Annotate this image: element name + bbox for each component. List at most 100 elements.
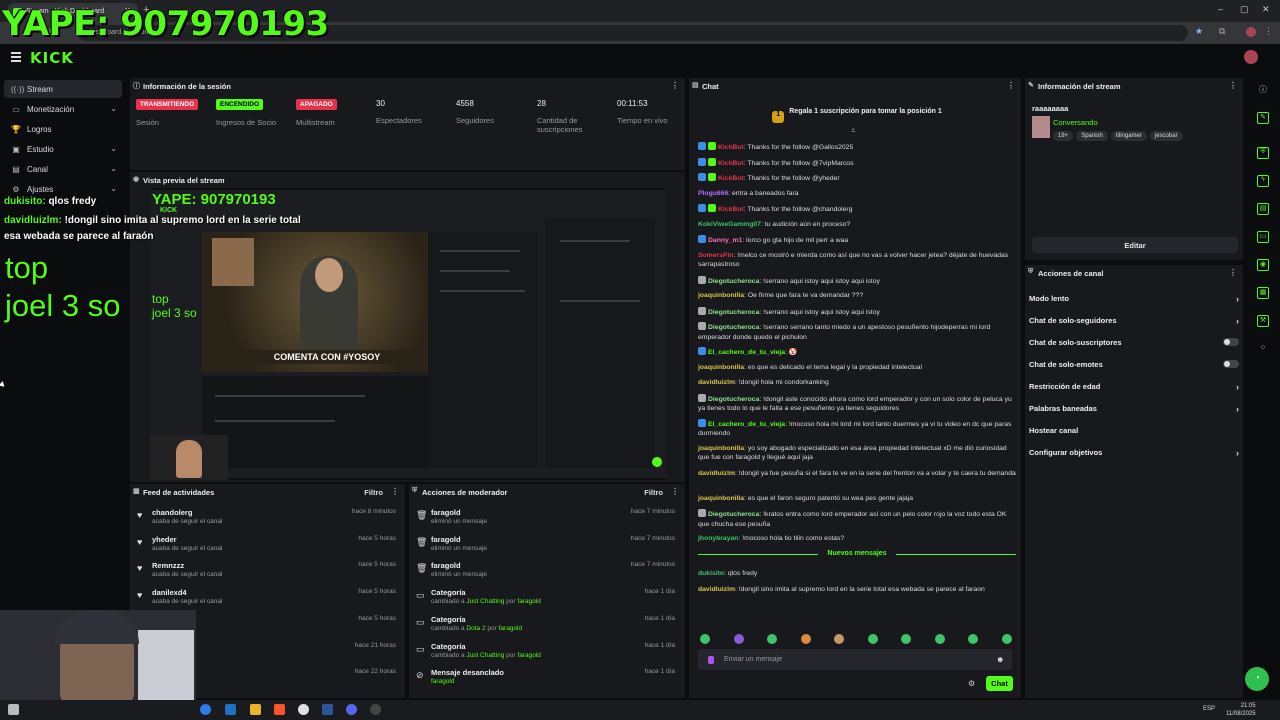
more-options-icon[interactable]: ⋮	[671, 81, 679, 90]
feed-user[interactable]: Remnzzz	[152, 561, 184, 570]
obs-icon[interactable]	[370, 704, 381, 715]
chat-message[interactable]: davidluizlm: !dongil ya fue pesuña si el…	[698, 469, 1016, 479]
mod-action-row[interactable]: 🗑 faragold eliminó un mensaje hace 7 minuto…	[409, 506, 679, 533]
chat-message[interactable]: SomersPin: !melco ce mostró e mierda com…	[698, 251, 1016, 270]
chat-message[interactable]: Diegotucheroca: !serrano aqui istoy aqui…	[698, 306, 1016, 318]
edit-stream-button[interactable]: Editar	[1032, 237, 1238, 253]
hamburger-menu-icon[interactable]	[11, 52, 21, 62]
layout-icon[interactable]: ▦	[1257, 287, 1269, 299]
chat-message[interactable]: KickBot: Thanks for the follow @chandole…	[698, 204, 1016, 215]
kick-emote-icon[interactable]	[708, 656, 714, 664]
apps-icon[interactable]: ⁘	[1257, 343, 1269, 355]
channel-action-row[interactable]: Restricción de edad ›	[1029, 382, 1239, 400]
chat-username[interactable]: dukisito	[698, 570, 724, 577]
chat-message[interactable]: joaquinbonilla: es que el faron seguro p…	[698, 494, 1016, 504]
chat-username[interactable]: Diegotucheroca	[708, 324, 759, 331]
document-icon[interactable]: ▤	[1257, 203, 1269, 215]
chat-message[interactable]: joaquinbonilla: es que es delicado el te…	[698, 363, 1016, 373]
mod-action-by[interactable]: faragold	[431, 678, 455, 685]
feed-user[interactable]: chandolerg	[152, 508, 192, 517]
explorer-icon[interactable]	[250, 704, 261, 715]
extensions-icon[interactable]: ⧉	[1219, 26, 1225, 37]
feed-row[interactable]: ♥ chandolerg acaba de seguir el canal hace …	[130, 506, 400, 533]
chat-username[interactable]: Diegotucheroca	[708, 511, 759, 518]
mod-action-row[interactable]: ▭ Categoría cambiado a Dota 2 por faragold…	[409, 613, 679, 640]
send-chat-button[interactable]: Chat	[986, 676, 1013, 691]
sidebar-item-canal[interactable]: ▤ Canal ⌄	[4, 160, 122, 178]
channel-action-row[interactable]: Palabras baneadas ›	[1029, 404, 1239, 422]
sidebar-item-stream[interactable]: ((·)) Stream	[4, 80, 122, 98]
shield-icon[interactable]: ⛨	[1257, 147, 1269, 159]
chat-message[interactable]: Diegotucheroca: !serrano aqui istoy aqui…	[698, 275, 1016, 287]
channel-action-row[interactable]: Modo lento ›	[1029, 294, 1239, 312]
emote-icon[interactable]	[901, 634, 912, 644]
more-options-icon[interactable]: ⋮	[1007, 81, 1015, 90]
emote-icon[interactable]	[968, 634, 979, 644]
chat-message[interactable]: KickBot: Thanks for the follow @yheder	[698, 173, 1016, 184]
chat-message[interactable]: El_cachero_de_tu_vieja: !mocoso hola mi …	[698, 418, 1016, 439]
chat-message[interactable]: Diegotucheroca: !kratos entra como lord …	[698, 509, 1016, 529]
chat-username[interactable]: El_cachero_de_tu_vieja	[708, 421, 785, 428]
chat-username[interactable]: KickBot	[718, 175, 744, 182]
chat-fab-icon[interactable]: ◔	[1245, 667, 1269, 691]
mod-action-row[interactable]: 🗑 faragold eliminó un mensaje hace 7 minuto…	[409, 533, 679, 560]
emote-icon[interactable]	[700, 634, 710, 644]
word-icon[interactable]	[322, 704, 333, 715]
chat-message[interactable]: Danny_m1: lorco go gta hijo de mil perr …	[698, 235, 1016, 246]
mod-action-row[interactable]: 🗑 faragold eliminó un mensaje hace 7 minuto…	[409, 559, 679, 586]
discord-icon[interactable]	[346, 704, 357, 715]
chat-message[interactable]: Diegotucheroca: !serrano serrano tanto m…	[698, 322, 1016, 342]
chat-username[interactable]: Danny_m1	[708, 237, 742, 244]
wrench-icon[interactable]: ⚒	[1257, 315, 1269, 327]
chat-message[interactable]: joaquinbonilla: Oe firme que fara te va …	[698, 291, 1016, 301]
chat-message[interactable]: Plogu666: entra a baneados fara	[698, 189, 1016, 199]
chat-username[interactable]: KickBot	[718, 160, 744, 167]
toggle-switch[interactable]	[1223, 338, 1239, 346]
profile-avatar[interactable]	[1246, 27, 1256, 37]
feed-user[interactable]: danilexd4	[152, 588, 187, 597]
more-options-icon[interactable]: ⋮	[391, 487, 399, 496]
chat-username[interactable]: davidluizlm	[698, 586, 735, 593]
maximize-icon[interactable]: ▢	[1240, 4, 1249, 15]
toggle-switch[interactable]	[1223, 360, 1239, 368]
more-options-icon[interactable]: ⋮	[1229, 81, 1237, 90]
channel-action-row[interactable]: Chat de solo-emotes	[1029, 360, 1239, 378]
chrome-icon[interactable]	[298, 704, 309, 715]
mod-action-row[interactable]: ▭ Categoría cambiado a Just Chatting por f…	[409, 586, 679, 613]
broadcast-icon[interactable]: ◉	[1257, 259, 1269, 271]
chat-message-input[interactable]: Enviar un mensaje	[698, 649, 1012, 670]
chat-username[interactable]: El_cachero_de_tu_vieja	[708, 349, 785, 356]
chat-message[interactable]: Diegotucheroca: !dongil aste conocido ah…	[698, 393, 1016, 414]
chat-username[interactable]: davidluizlm	[698, 470, 735, 477]
chat-message[interactable]: El_cachero_de_tu_vieja: 🤡	[698, 347, 1016, 358]
more-options-icon[interactable]: ⋮	[671, 487, 679, 496]
chat-username[interactable]: KickBot	[718, 206, 744, 213]
emote-icon[interactable]	[800, 634, 811, 644]
chat-username[interactable]: davidluizlm	[698, 379, 735, 386]
bookmark-star-icon[interactable]: ★	[1195, 26, 1203, 37]
chat-message[interactable]: jhonybrayan: !mocoso hola tio tilin como…	[698, 534, 1016, 544]
clock[interactable]: 21:05 11/08/2025	[1226, 702, 1256, 718]
emote-icon[interactable]	[867, 634, 878, 644]
chat-username[interactable]: Diegotucheroca	[708, 309, 759, 316]
channel-action-row[interactable]: Chat de solo-seguidores ›	[1029, 316, 1239, 334]
browser-menu-icon[interactable]: ⋮	[1264, 26, 1273, 37]
chat-message[interactable]: davidluizlm: !dongil hola mi condorkanki…	[698, 378, 1016, 388]
chat-settings-gear-icon[interactable]: ⚙	[968, 679, 975, 688]
lightning-icon[interactable]: ϟ	[1257, 175, 1269, 187]
emote-icon[interactable]	[1001, 634, 1012, 644]
chat-username[interactable]: joaquinbonilla	[698, 445, 744, 452]
emote-icon[interactable]	[834, 634, 845, 644]
sidebar-item-logros[interactable]: 🏆 Logros	[4, 120, 122, 138]
chat-message[interactable]: dukisito: qlos fredy	[698, 569, 1016, 579]
more-options-icon[interactable]: ⋮	[1229, 268, 1237, 277]
chat-username[interactable]: KokiViweGaming07	[698, 221, 761, 228]
sidebar-item-monetizacion[interactable]: ▭ Monetización ⌄	[4, 100, 122, 118]
pencil-icon[interactable]: ✎	[1257, 112, 1269, 124]
kick-logo[interactable]: KICK	[30, 49, 74, 67]
brave-icon[interactable]	[274, 704, 285, 715]
language-indicator[interactable]: ESP	[1203, 706, 1215, 712]
chat-message[interactable]: KickBot: Thanks for the follow @Gallos20…	[698, 142, 1016, 153]
feed-user[interactable]: yheder	[152, 535, 177, 544]
mod-action-by[interactable]: faragold	[499, 625, 523, 632]
